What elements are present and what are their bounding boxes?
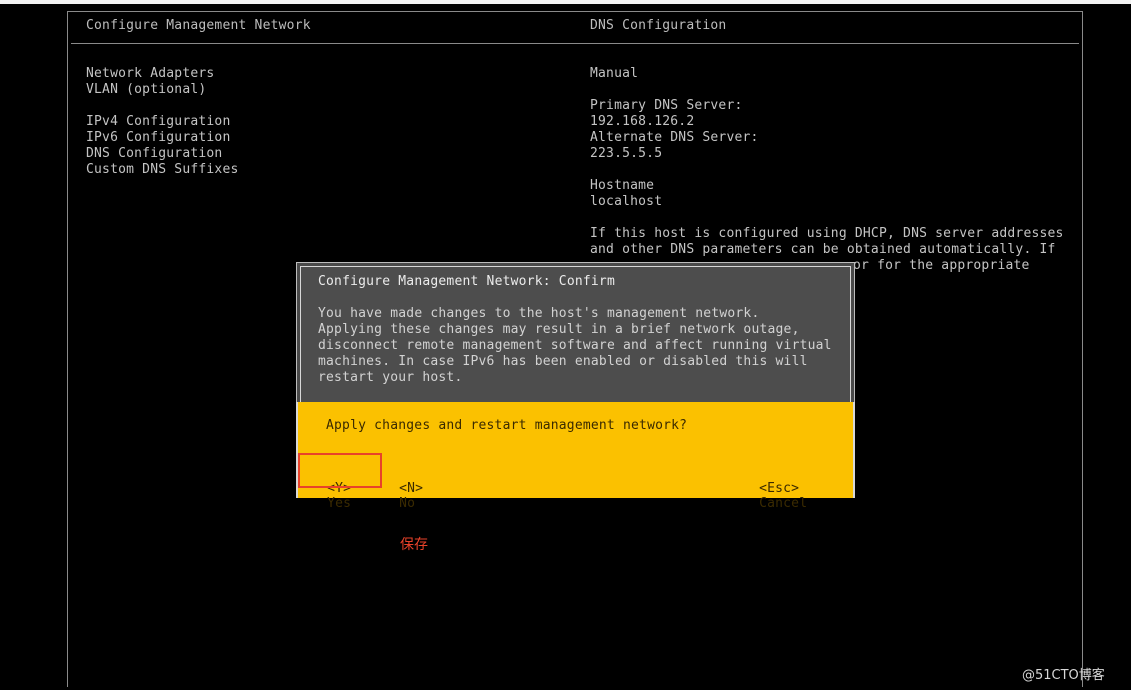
menu-item-ipv6[interactable]: IPv6 Configuration bbox=[86, 130, 230, 146]
no-key: <N> bbox=[399, 481, 424, 496]
hostname-value: localhost bbox=[590, 194, 663, 209]
dns-mode: Manual bbox=[590, 66, 639, 81]
dialog-message-line-4: machines. In case IPv6 has been enabled … bbox=[318, 354, 808, 369]
yes-label: Yes bbox=[327, 496, 352, 511]
info-text-line-3: or for the appropriate bbox=[853, 258, 1030, 273]
menu-item-dns[interactable]: DNS Configuration bbox=[86, 146, 222, 162]
menu-item-vlan[interactable]: VLAN (optional) bbox=[86, 82, 206, 98]
page-title: Configure Management Network bbox=[86, 18, 311, 33]
cancel-button[interactable]: <Esc> Cancel bbox=[743, 466, 807, 511]
top-strip bbox=[0, 0, 1131, 4]
header-divider bbox=[71, 43, 1079, 44]
primary-dns-value: 192.168.126.2 bbox=[590, 114, 695, 129]
watermark: @51CTO博客 bbox=[1022, 668, 1105, 683]
section-title: DNS Configuration bbox=[590, 18, 727, 33]
no-label: No bbox=[399, 496, 416, 511]
dialog-question: Apply changes and restart management net… bbox=[326, 418, 688, 433]
info-text-line-2: and other DNS parameters can be obtained… bbox=[590, 242, 1056, 257]
cancel-key: <Esc> bbox=[759, 481, 800, 496]
dialog-title: Configure Management Network: Confirm bbox=[318, 274, 615, 289]
info-text-line-1: If this host is configured using DHCP, D… bbox=[590, 226, 1064, 241]
dialog-message-line-2: Applying these changes may result in a b… bbox=[318, 322, 800, 337]
primary-dns-label: Primary DNS Server: bbox=[590, 98, 743, 113]
menu-item-ipv4[interactable]: IPv4 Configuration bbox=[86, 114, 230, 130]
no-button[interactable]: <N> No bbox=[383, 466, 423, 511]
annotation-label: 保存 bbox=[400, 537, 428, 553]
menu-item-network-adapters[interactable]: Network Adapters bbox=[86, 66, 214, 82]
yes-highlight-box bbox=[298, 453, 382, 488]
alternate-dns-label: Alternate DNS Server: bbox=[590, 130, 759, 145]
alternate-dns-value: 223.5.5.5 bbox=[590, 146, 663, 161]
dialog-message-line-1: You have made changes to the host's mana… bbox=[318, 306, 760, 321]
dialog-message-line-5: restart your host. bbox=[318, 370, 463, 385]
menu-item-custom-dns-suffixes[interactable]: Custom DNS Suffixes bbox=[86, 162, 239, 178]
dialog-message-line-3: disconnect remote management software an… bbox=[318, 338, 832, 353]
cancel-label: Cancel bbox=[759, 496, 808, 511]
hostname-label: Hostname bbox=[590, 178, 655, 193]
